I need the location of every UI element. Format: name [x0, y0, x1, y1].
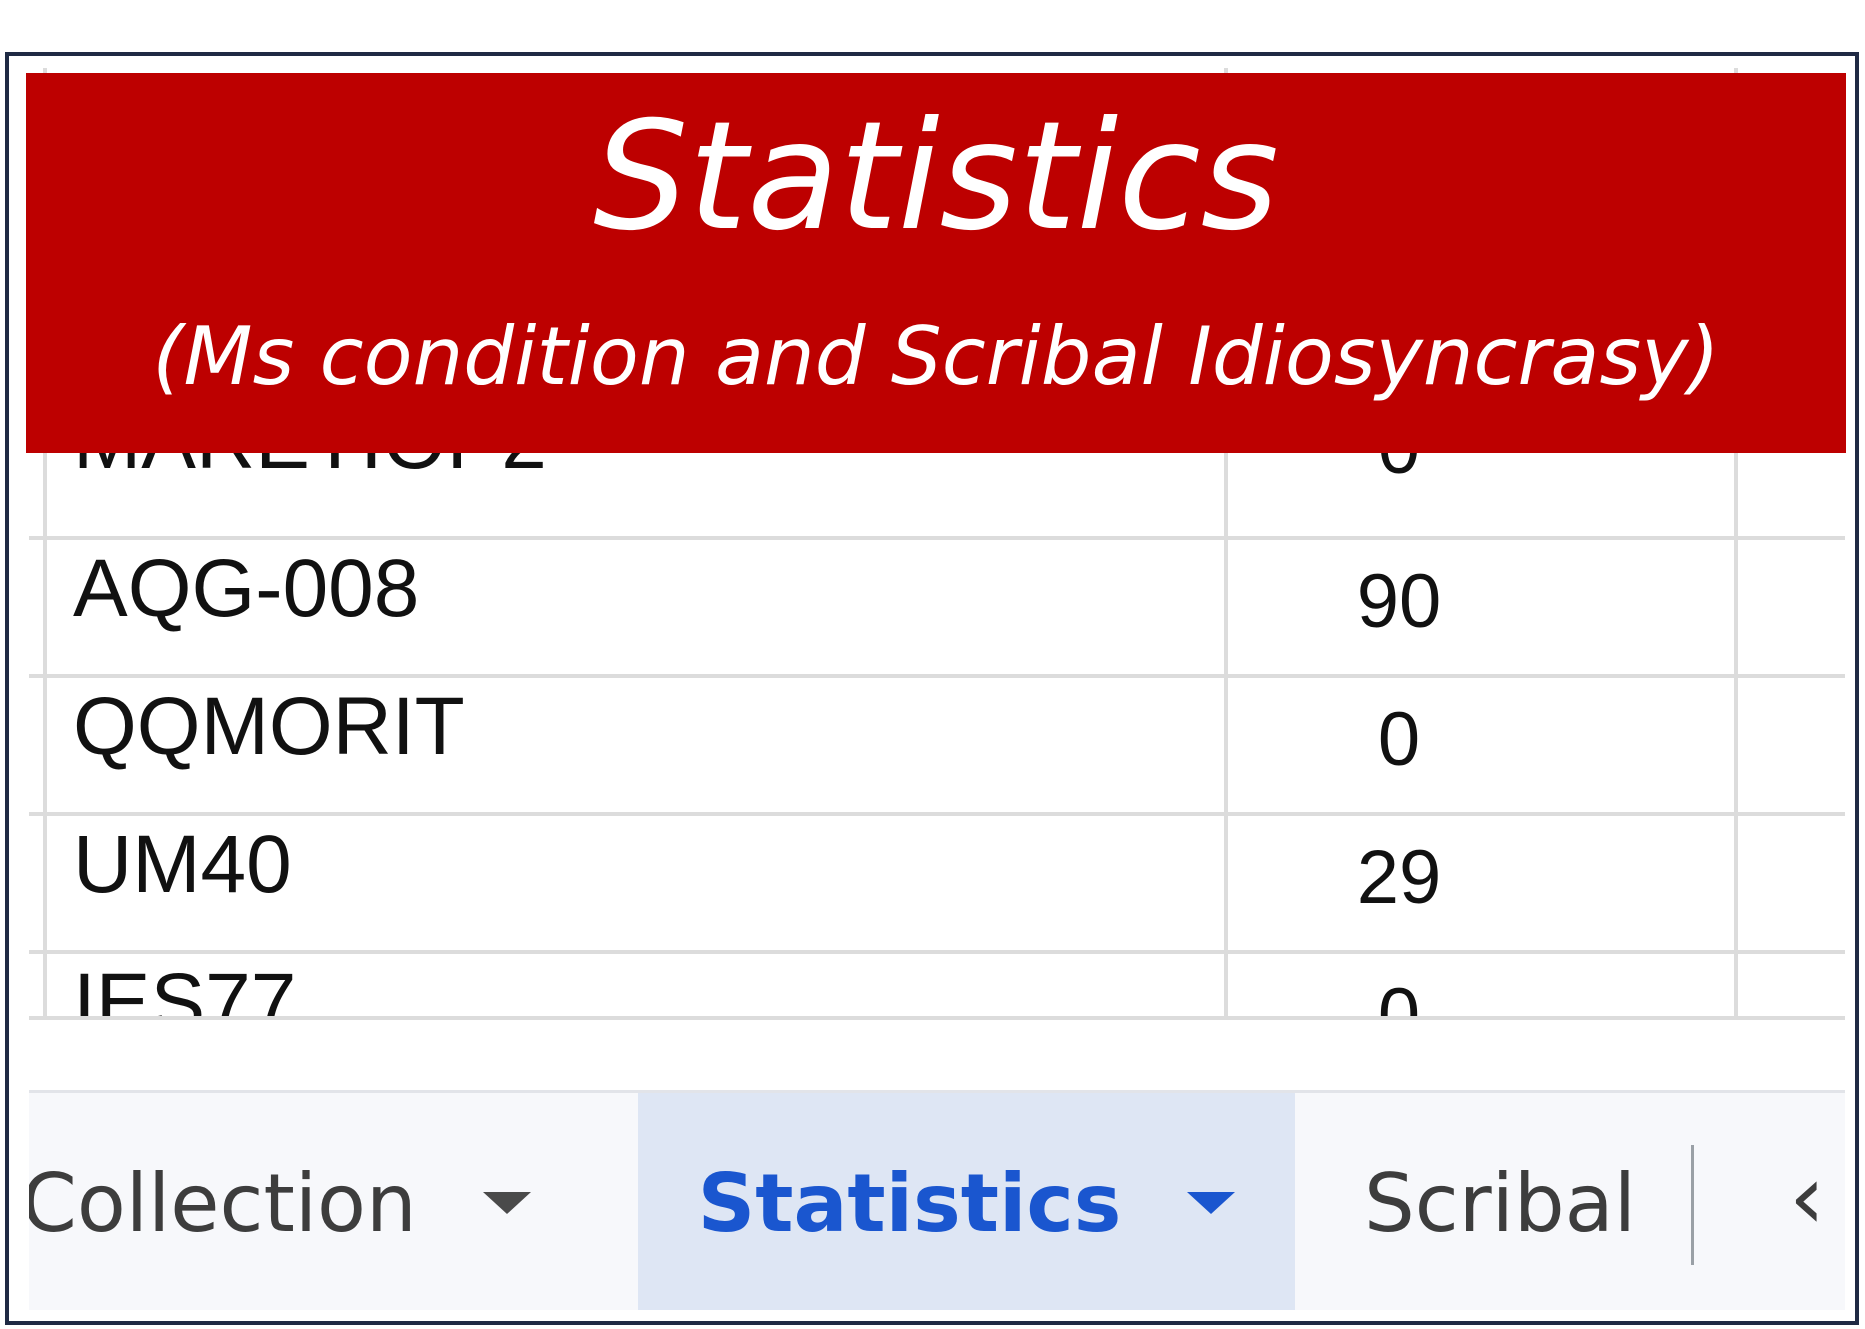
tab-label: Collection: [29, 1156, 417, 1250]
slide-frame: MARETIOP2 0 AQG-008 90 QQMORIT 0 UM40 29…: [5, 52, 1859, 1325]
table-row[interactable]: IES77 0: [29, 954, 1845, 1021]
row-id-cell[interactable]: UM40: [73, 824, 292, 906]
row-id-cell[interactable]: IES77: [73, 962, 296, 1021]
tab-label: Statistics: [697, 1156, 1122, 1250]
title-banner: Statistics (Ms condition and Scribal Idi…: [26, 73, 1846, 453]
row-value-cell[interactable]: 29: [1229, 840, 1569, 916]
tab-collection[interactable]: Collection: [29, 1093, 625, 1310]
caret-down-icon[interactable]: [482, 1192, 531, 1214]
row-value-cell[interactable]: 0: [1229, 702, 1569, 778]
table-row[interactable]: AQG-008 90: [29, 540, 1845, 675]
banner-title: Statistics: [593, 90, 1279, 264]
banner-subtitle: (Ms condition and Scribal Idiosyncrasy): [152, 310, 1720, 403]
table-row[interactable]: QQMORIT 0: [29, 678, 1845, 813]
caret-down-icon[interactable]: [1187, 1192, 1236, 1214]
row-value-cell[interactable]: 90: [1229, 564, 1569, 640]
tab-scribal[interactable]: Scribal: [1364, 1093, 1690, 1310]
tab-label: Scribal: [1364, 1156, 1636, 1250]
tab-overflow-divider: [1691, 1145, 1694, 1265]
tab-statistics[interactable]: Statistics: [638, 1093, 1295, 1310]
row-value-cell[interactable]: 0: [1229, 978, 1569, 1021]
row-id-cell[interactable]: AQG-008: [73, 548, 419, 630]
table-row[interactable]: UM40 29: [29, 816, 1845, 951]
row-id-cell[interactable]: QQMORIT: [73, 686, 465, 768]
sheet-tab-bar: Collection Statistics Scribal ‹: [29, 1090, 1845, 1310]
chevron-left-icon[interactable]: ‹: [1789, 1153, 1825, 1243]
grid-bottom-border: [29, 1016, 1845, 1020]
